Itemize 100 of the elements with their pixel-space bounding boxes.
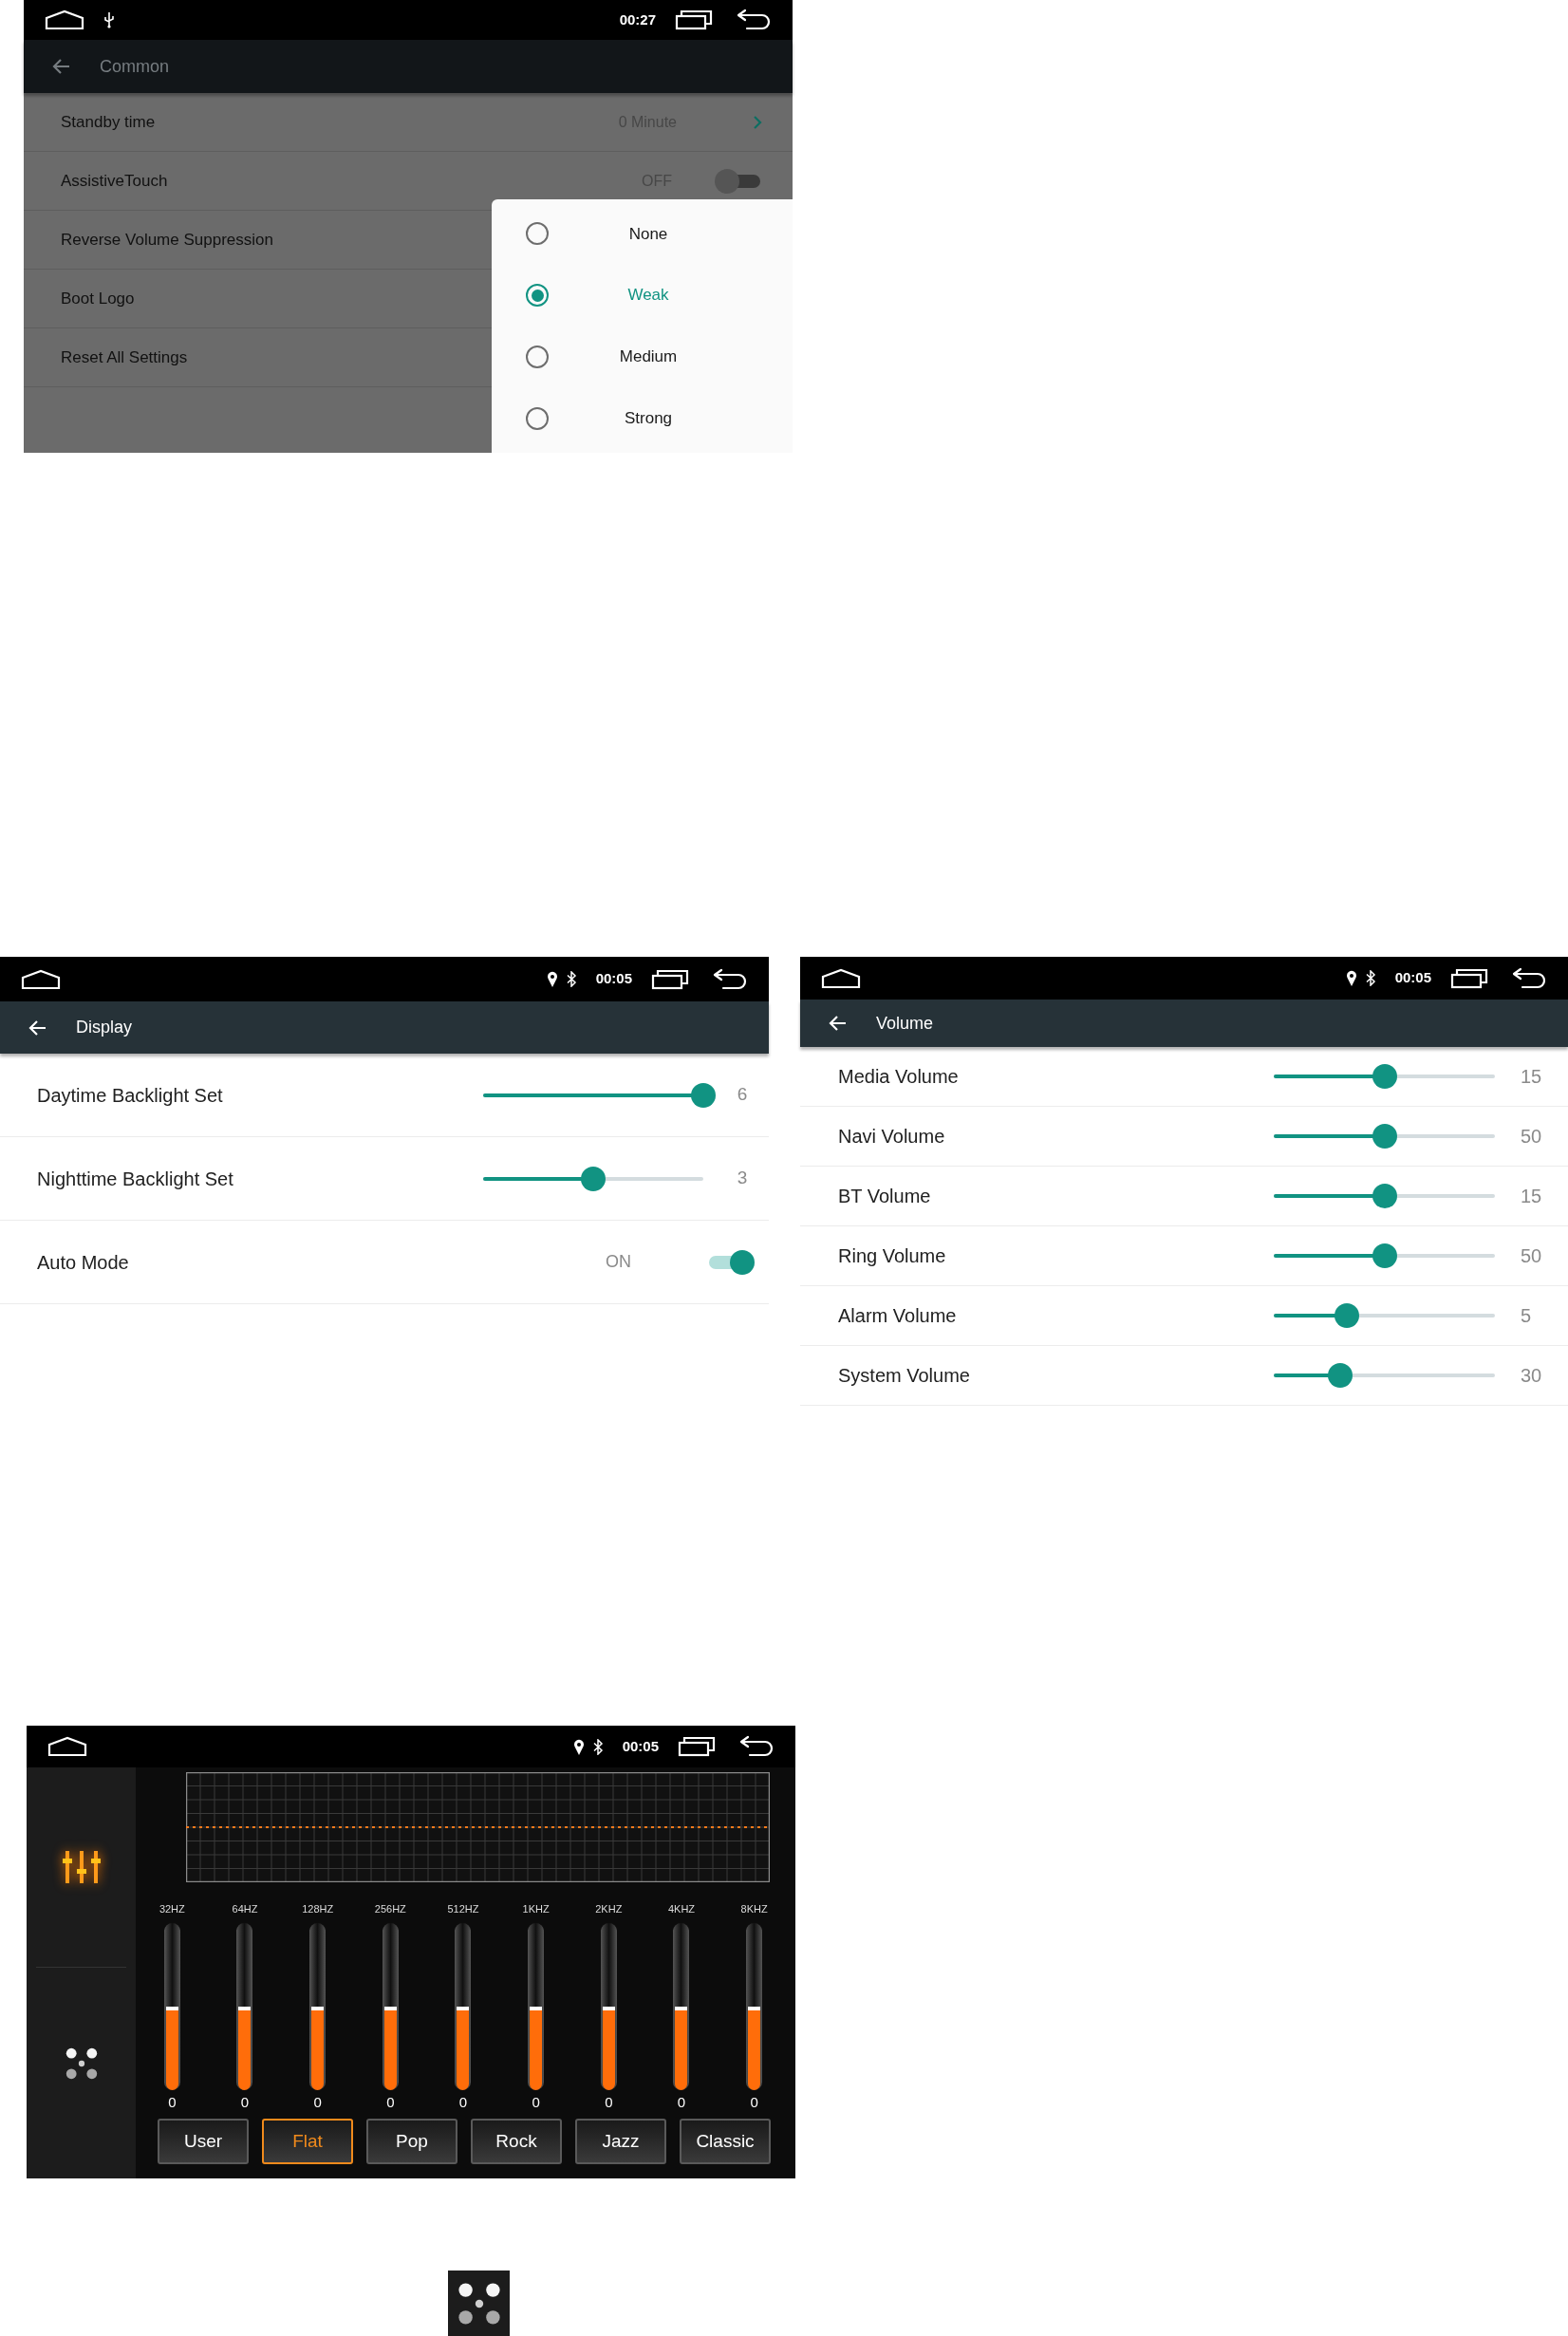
location-icon (572, 1738, 585, 1755)
volume-value: 15 (1520, 1185, 1543, 1208)
slider-thumb[interactable] (1327, 1363, 1353, 1388)
home-icon[interactable] (821, 967, 861, 989)
band-slider[interactable] (746, 1922, 763, 2090)
recents-icon[interactable] (678, 1736, 716, 1757)
band-slider[interactable] (455, 1922, 472, 2090)
preset-button[interactable]: Pop (366, 2119, 457, 2164)
band-label: 128HZ (302, 1902, 334, 1916)
band-slider[interactable] (673, 1922, 690, 2090)
home-icon[interactable] (47, 1736, 87, 1757)
band-value: 0 (313, 2092, 322, 2112)
bluetooth-icon (1364, 970, 1376, 986)
setting-label: Auto Mode (37, 1250, 130, 1275)
band-label: 2KHZ (595, 1902, 623, 1916)
slider-thumb[interactable] (1372, 1124, 1397, 1149)
setting-value: 6 (736, 1083, 749, 1107)
option-label[interactable]: Medium (606, 345, 691, 369)
band-label: 512HZ (447, 1902, 479, 1916)
slider-thumb[interactable] (1372, 1064, 1397, 1089)
option-label[interactable]: Weak (606, 283, 691, 308)
volume-label: System Volume (838, 1364, 971, 1388)
volume-label: Navi Volume (838, 1125, 946, 1149)
volume-label: Alarm Volume (838, 1304, 958, 1328)
slider-thumb[interactable] (581, 1166, 606, 1191)
band-label: 256HZ (374, 1902, 406, 1916)
slider-thumb[interactable] (1334, 1303, 1359, 1328)
slider-thumb[interactable] (1372, 1184, 1397, 1208)
band-value: 0 (168, 2092, 177, 2112)
back-icon[interactable] (712, 967, 748, 991)
slider-thumb[interactable] (691, 1082, 716, 1108)
option-label[interactable]: Strong (606, 405, 691, 431)
bluetooth-icon (591, 1738, 604, 1755)
band-slider[interactable] (236, 1922, 253, 2090)
volume-label: BT Volume (838, 1185, 932, 1208)
radio-button[interactable] (526, 284, 549, 308)
radio-button[interactable] (526, 345, 549, 368)
back-icon[interactable] (736, 9, 772, 31)
band-value: 0 (605, 2092, 613, 2112)
setting-label[interactable]: AssistiveTouch (61, 168, 642, 194)
band-value: 0 (677, 2092, 686, 2112)
clock-time: 00:05 (622, 1736, 659, 1756)
band-label: 64HZ (232, 1902, 258, 1916)
band-slider[interactable] (382, 1922, 399, 2090)
usb-icon (103, 11, 115, 28)
setting-label[interactable]: Standby time (61, 109, 619, 135)
setting-value: 3 (736, 1167, 749, 1190)
band-label: 4KHZ (667, 1902, 696, 1916)
preset-button[interactable]: Rock (471, 2119, 562, 2164)
volume-value: 50 (1520, 1125, 1543, 1149)
clock-time: 00:05 (1394, 968, 1431, 988)
preset-button[interactable]: Flat (262, 2119, 353, 2164)
home-icon[interactable] (21, 968, 61, 990)
band-label: 8KHZ (740, 1902, 768, 1916)
toggle-switch[interactable] (715, 168, 762, 194)
recents-icon[interactable] (1450, 967, 1488, 989)
band-slider[interactable] (309, 1922, 327, 2090)
volume-label: Ring Volume (838, 1244, 947, 1268)
volume-value: 30 (1520, 1364, 1543, 1388)
home-icon[interactable] (45, 9, 84, 30)
clock-time: 00:05 (595, 969, 632, 989)
setting-label: Daytime Backlight Set (37, 1083, 224, 1108)
volume-value: 50 (1520, 1244, 1543, 1268)
band-value: 0 (750, 2092, 758, 2112)
band-slider[interactable] (528, 1922, 545, 2090)
screen-title: Common (100, 55, 170, 78)
band-slider[interactable] (163, 1922, 180, 2090)
volume-label: Media Volume (838, 1065, 960, 1089)
location-icon (1345, 970, 1357, 986)
preset-button[interactable]: User (158, 2119, 249, 2164)
radio-button[interactable] (526, 406, 549, 430)
band-value: 0 (240, 2092, 250, 2112)
clock-time: 00:27 (619, 9, 656, 29)
back-icon[interactable] (738, 1735, 775, 1758)
slider-thumb[interactable] (1372, 1243, 1397, 1268)
back-icon[interactable] (1511, 966, 1547, 990)
equalizer-icon[interactable] (61, 1848, 102, 1886)
bluetooth-icon (565, 971, 577, 987)
preset-button[interactable]: Jazz (575, 2119, 666, 2164)
dots-icon[interactable] (64, 2046, 99, 2081)
recents-icon[interactable] (675, 9, 713, 30)
band-value: 0 (532, 2092, 540, 2112)
setting-label: Nighttime Backlight Set (37, 1167, 234, 1191)
location-icon (546, 971, 558, 987)
preset-button[interactable]: Classic (680, 2119, 771, 2164)
volume-value: 5 (1520, 1304, 1533, 1328)
setting-value: ON (606, 1251, 631, 1273)
band-slider[interactable] (600, 1922, 617, 2090)
volume-value: 15 (1520, 1065, 1543, 1089)
screen-title: Display (76, 1017, 133, 1038)
recents-icon[interactable] (651, 968, 689, 990)
radio-button[interactable] (526, 222, 549, 246)
screen-title: Volume (876, 1012, 934, 1035)
band-value: 0 (458, 2092, 468, 2112)
band-label: 32HZ (159, 1902, 185, 1916)
dots-icon[interactable] (456, 2280, 502, 2327)
band-label: 1KHZ (522, 1902, 550, 1916)
option-label[interactable]: None (606, 221, 691, 247)
toggle-switch[interactable] (707, 1249, 755, 1275)
band-value: 0 (386, 2092, 395, 2112)
